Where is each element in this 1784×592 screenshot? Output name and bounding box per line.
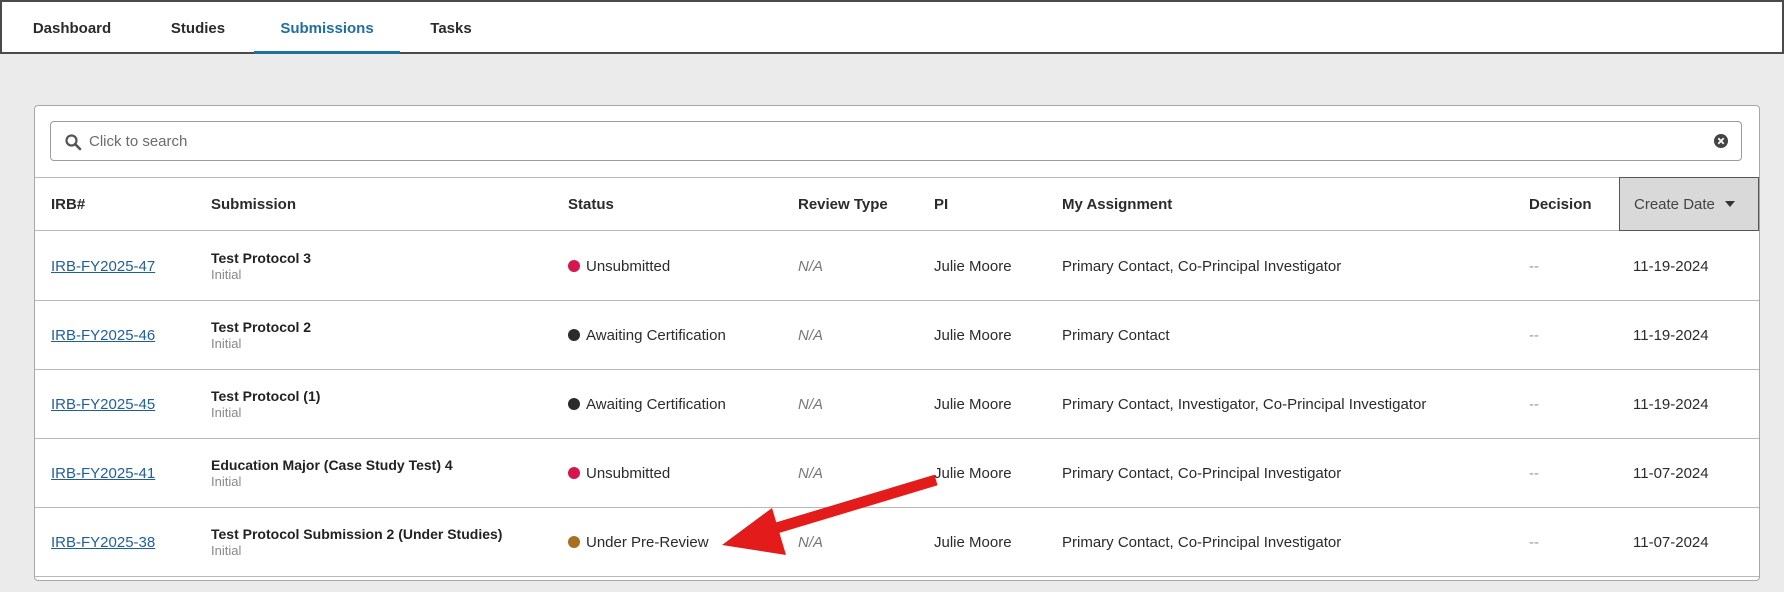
submission-kind: Initial <box>211 405 242 420</box>
status-label: Awaiting Certification <box>586 326 726 344</box>
my-assignment-cell: Primary Contact, Investigator, Co-Princi… <box>1062 395 1427 413</box>
create-date-cell: 11-19-2024 <box>1633 395 1709 413</box>
review-type-cell: N/A <box>798 257 824 275</box>
submission-kind: Initial <box>211 267 242 282</box>
my-assignment-cell: Primary Contact, Co-Principal Investigat… <box>1062 533 1342 551</box>
submission-title: Test Protocol Submission 2 (Under Studie… <box>211 526 503 542</box>
my-assignment-cell: Primary Contact, Co-Principal Investigat… <box>1062 257 1342 275</box>
submission-title: Test Protocol (1) <box>211 388 321 404</box>
table-row[interactable]: IRB-FY2025-47 Test Protocol 3 Initial Unsub… <box>35 232 1759 301</box>
create-date-label: Create Date <box>1634 195 1715 213</box>
my-assignment-cell: Primary Contact, Co-Principal Investigat… <box>1062 464 1342 482</box>
top-navigation: Dashboard Studies Submissions Tasks <box>0 0 1784 54</box>
irb-link[interactable]: IRB-FY2025-46 <box>51 327 155 344</box>
review-type-cell: N/A <box>798 326 824 344</box>
sort-descending-icon <box>1724 201 1735 207</box>
irb-link[interactable]: IRB-FY2025-47 <box>51 258 155 275</box>
status-dot-icon <box>568 536 580 548</box>
table-row[interactable]: IRB-FY2025-38 Test Protocol Submission 2 … <box>35 508 1759 577</box>
submissions-panel: IRB# Submission Status Review Type PI My… <box>34 105 1760 581</box>
column-header-create-date[interactable]: Create Date <box>1619 177 1759 231</box>
pi-cell: Julie Moore <box>934 464 1012 482</box>
decision-cell: -- <box>1529 464 1539 482</box>
status-dot-icon <box>568 329 580 341</box>
create-date-cell: 11-07-2024 <box>1633 533 1709 551</box>
status-cell: Unsubmitted <box>568 232 670 300</box>
pi-cell: Julie Moore <box>934 326 1012 344</box>
submission-title: Test Protocol 2 <box>211 319 312 335</box>
review-type-cell: N/A <box>798 395 824 413</box>
table-row[interactable]: IRB-FY2025-41 Education Major (Case Study… <box>35 439 1759 508</box>
status-dot-icon <box>568 467 580 479</box>
column-header-my-assignment[interactable]: My Assignment <box>1062 178 1172 230</box>
table-row[interactable]: IRB-FY2025-46 Test Protocol 2 Initial Await… <box>35 301 1759 370</box>
tab-tasks[interactable]: Tasks <box>406 2 496 54</box>
decision-cell: -- <box>1529 257 1539 275</box>
submission-cell: Test Protocol Submission 2 (Under Studie… <box>211 508 502 576</box>
search-input[interactable] <box>89 128 1689 154</box>
submission-cell: Education Major (Case Study Test) 4 Initi… <box>211 439 453 507</box>
submission-cell: Test Protocol 3 Initial <box>211 232 311 300</box>
my-assignment-cell: Primary Contact <box>1062 326 1170 344</box>
pi-cell: Julie Moore <box>934 395 1012 413</box>
create-date-cell: 11-07-2024 <box>1633 464 1709 482</box>
submission-kind: Initial <box>211 336 242 351</box>
review-type-cell: N/A <box>798 464 824 482</box>
decision-cell: -- <box>1529 533 1539 551</box>
review-type-cell: N/A <box>798 533 824 551</box>
table-row[interactable]: IRB-FY2025-45 Test Protocol (1) Initial Awa… <box>35 370 1759 439</box>
column-header-review-type[interactable]: Review Type <box>798 178 888 230</box>
submission-kind: Initial <box>211 543 242 558</box>
clear-search-icon[interactable] <box>1713 133 1729 149</box>
column-header-pi[interactable]: PI <box>934 178 948 230</box>
irb-link[interactable]: IRB-FY2025-41 <box>51 465 155 482</box>
status-label: Awaiting Certification <box>586 395 726 413</box>
column-header-irb[interactable]: IRB# <box>51 178 85 230</box>
irb-link[interactable]: IRB-FY2025-38 <box>51 534 155 551</box>
column-header-submission[interactable]: Submission <box>211 178 296 230</box>
submission-cell: Test Protocol (1) Initial <box>211 370 320 438</box>
create-date-cell: 11-19-2024 <box>1633 257 1709 275</box>
status-cell: Awaiting Certification <box>568 370 726 438</box>
irb-link[interactable]: IRB-FY2025-45 <box>51 396 155 413</box>
status-label: Unsubmitted <box>586 464 671 482</box>
decision-cell: -- <box>1529 326 1539 344</box>
search-icon <box>65 134 82 151</box>
search-box <box>50 121 1742 161</box>
pi-cell: Julie Moore <box>934 257 1012 275</box>
status-cell: Under Pre-Review <box>568 508 709 576</box>
status-dot-icon <box>568 260 580 272</box>
column-header-decision[interactable]: Decision <box>1529 178 1592 230</box>
submission-title: Education Major (Case Study Test) 4 <box>211 457 453 473</box>
status-cell: Unsubmitted <box>568 439 670 507</box>
status-dot-icon <box>568 398 580 410</box>
pi-cell: Julie Moore <box>934 533 1012 551</box>
status-cell: Awaiting Certification <box>568 301 726 369</box>
decision-cell: -- <box>1529 395 1539 413</box>
submission-kind: Initial <box>211 474 242 489</box>
table-header: IRB# Submission Status Review Type PI My… <box>35 177 1759 231</box>
status-label: Unsubmitted <box>586 257 671 275</box>
create-date-cell: 11-19-2024 <box>1633 326 1709 344</box>
submission-title: Test Protocol 3 <box>211 250 312 266</box>
tab-submissions[interactable]: Submissions <box>254 2 400 54</box>
submission-cell: Test Protocol 2 Initial <box>211 301 311 369</box>
status-label: Under Pre-Review <box>586 533 709 551</box>
tab-studies[interactable]: Studies <box>146 2 250 54</box>
column-header-status[interactable]: Status <box>568 178 614 230</box>
tab-dashboard[interactable]: Dashboard <box>10 2 134 54</box>
